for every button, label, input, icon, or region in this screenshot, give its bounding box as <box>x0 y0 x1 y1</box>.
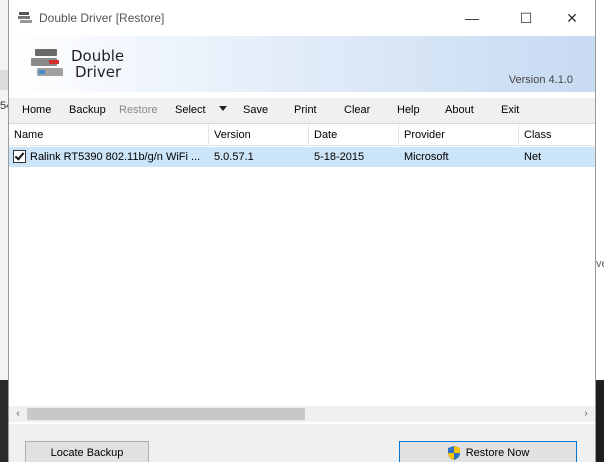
menu-save[interactable]: Save <box>243 104 268 116</box>
cell-name: Ralink RT5390 802.11b/g/n WiFi ... <box>30 151 201 163</box>
table-row[interactable]: Ralink RT5390 802.11b/g/n WiFi ... 5.0.5… <box>9 147 595 167</box>
logo-text-line2: Driver <box>75 63 122 81</box>
cell-provider: Microsoft <box>404 151 449 163</box>
checkmark-icon <box>14 150 25 161</box>
menu-about[interactable]: About <box>445 104 474 116</box>
menu-restore[interactable]: Restore <box>119 104 158 116</box>
cell-date: 5-18-2015 <box>314 151 365 163</box>
menu-clear[interactable]: Clear <box>344 104 370 116</box>
minimize-icon: — <box>465 10 479 26</box>
scroll-right-icon[interactable]: › <box>579 408 593 420</box>
menu-home[interactable]: Home <box>22 104 51 116</box>
desktop-background-bottom-left <box>0 380 8 462</box>
column-header-date[interactable]: Date <box>309 124 399 146</box>
horizontal-scrollbar[interactable]: ‹ › <box>9 406 595 422</box>
version-label: Version 4.1.0 <box>508 74 573 86</box>
driver-list[interactable]: Name Version Date Provider Class Ralink … <box>9 124 595 424</box>
minimize-button[interactable]: — <box>449 6 495 30</box>
menu-backup[interactable]: Backup <box>69 104 106 116</box>
column-header-provider[interactable]: Provider <box>399 124 519 146</box>
maximize-button[interactable]: ☐ <box>503 6 549 30</box>
close-icon: ✕ <box>566 9 578 26</box>
scrollbar-thumb[interactable] <box>27 408 305 420</box>
logo-wordmark: Double Driver <box>71 48 124 80</box>
title-bar[interactable]: Double Driver [Restore] — ☐ ✕ <box>9 0 595 36</box>
app-icon <box>18 12 32 23</box>
locate-backup-button[interactable]: Locate Backup <box>25 441 149 462</box>
cell-version: 5.0.57.1 <box>214 151 254 163</box>
scroll-left-icon[interactable]: ‹ <box>11 408 25 420</box>
menu-help[interactable]: Help <box>397 104 420 116</box>
desktop-background-bottom-right <box>596 380 604 462</box>
toolbar-menu: Home Backup Restore Select Save Print Cl… <box>9 98 595 124</box>
column-header-class[interactable]: Class <box>519 124 597 146</box>
column-header-name[interactable]: Name <box>9 124 209 146</box>
menu-select[interactable]: Select <box>175 104 206 116</box>
desktop-background-strip <box>0 70 8 90</box>
button-panel: Locate Backup Restore Now <box>9 424 595 462</box>
double-driver-window: Double Driver [Restore] — ☐ ✕ Double Dri… <box>8 0 596 462</box>
locate-backup-label: Locate Backup <box>50 447 124 459</box>
restore-now-label: Restore Now <box>465 447 530 459</box>
row-checkbox[interactable] <box>13 150 26 163</box>
app-banner: Double Driver Version 4.1.0 <box>9 36 595 92</box>
maximize-icon: ☐ <box>519 9 533 26</box>
background-text-fragment: ve <box>596 258 604 270</box>
column-header-row: Name Version Date Provider Class <box>9 124 595 146</box>
column-header-version[interactable]: Version <box>209 124 309 146</box>
shield-icon <box>447 446 460 460</box>
double-driver-logo-icon <box>31 49 63 76</box>
close-button[interactable]: ✕ <box>549 6 595 30</box>
menu-exit[interactable]: Exit <box>501 104 519 116</box>
restore-now-button[interactable]: Restore Now <box>399 441 577 462</box>
menu-print[interactable]: Print <box>294 104 317 116</box>
window-title: Double Driver [Restore] <box>39 11 165 25</box>
logo-text-line1: Double <box>71 47 125 65</box>
cell-class: Net <box>524 151 542 163</box>
select-dropdown-icon[interactable] <box>219 106 227 111</box>
